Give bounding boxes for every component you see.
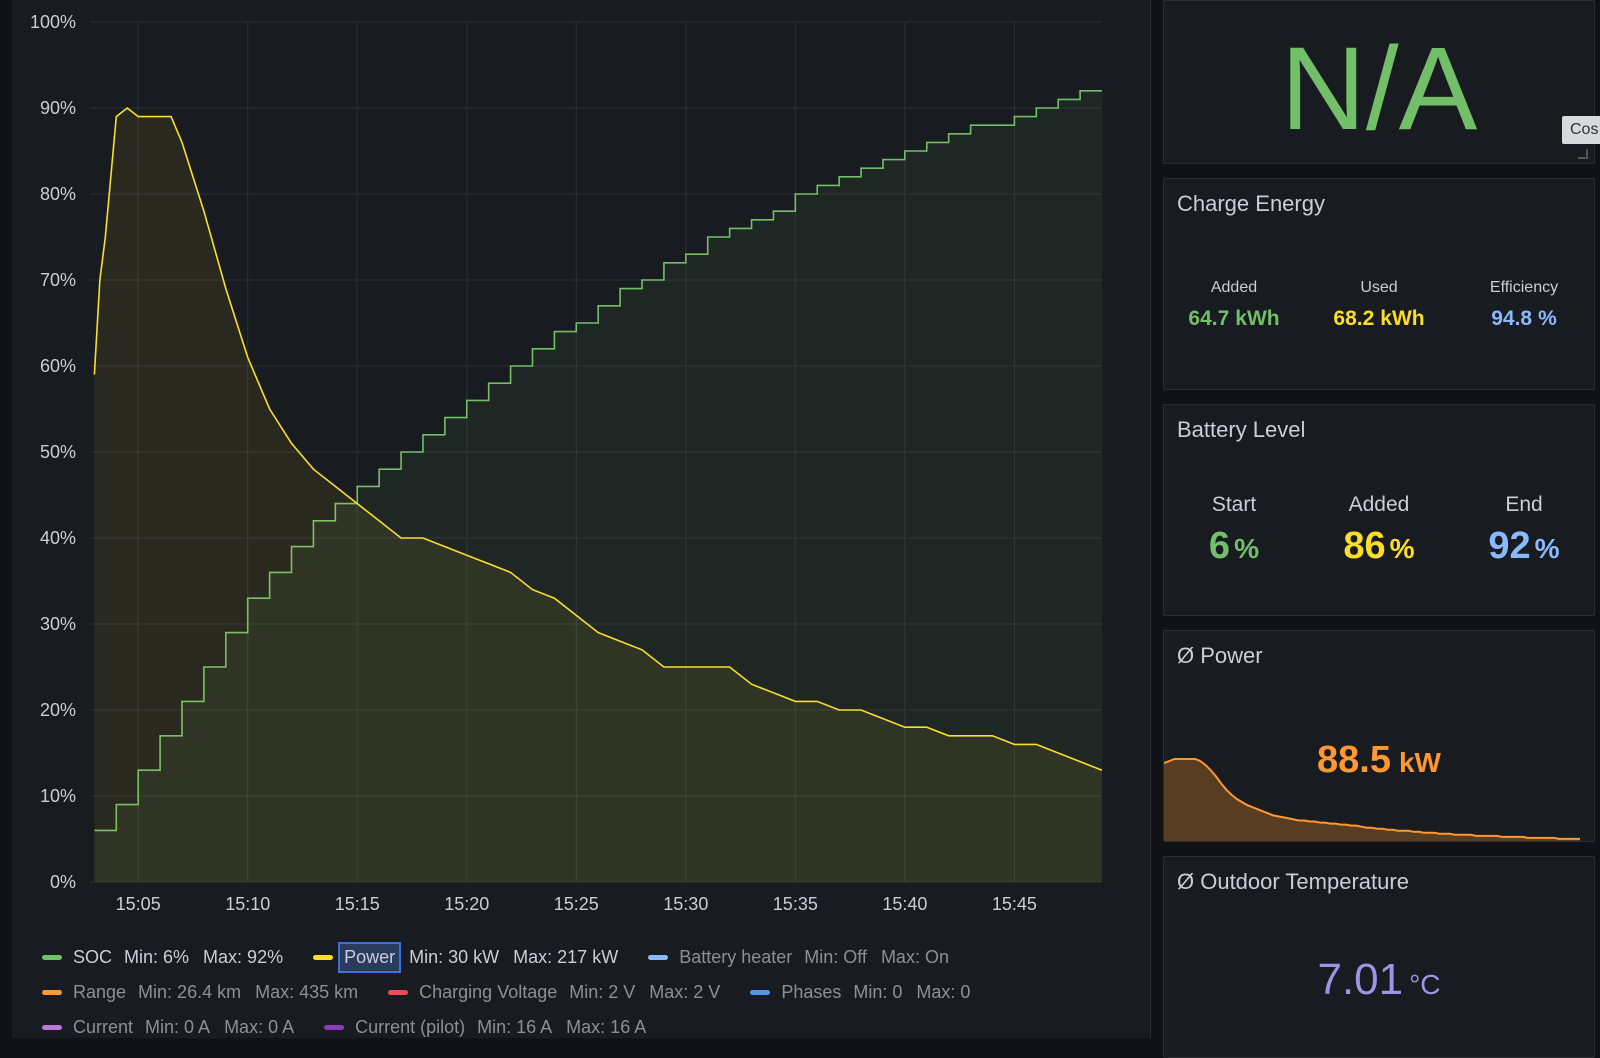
legend-max: Max: 92% (203, 947, 284, 967)
legend-item[interactable]: Range Min: 26.4 km Max: 435 km (42, 982, 372, 1003)
battery-end-stat: End 92% (1454, 493, 1594, 568)
legend-min: Min: 0 A (145, 1017, 211, 1037)
outdoor-temp-panel: Ø Outdoor Temperature 7.01 °C (1163, 856, 1595, 1058)
legend-item[interactable]: Power Min: 30 kW Max: 217 kW (313, 942, 632, 973)
x-tick-label: 15:35 (773, 894, 818, 914)
battery-level-panel: Battery Level Start 6% Added 86% End 92% (1163, 404, 1595, 616)
energy-used-stat: Used 68.2 kWh (1309, 279, 1449, 331)
legend-series-name[interactable]: Battery heater (679, 947, 792, 968)
y-tick-label: 100% (30, 12, 76, 32)
cost-value: N/A (1280, 23, 1478, 155)
legend-min: Min: 30 kW (409, 947, 500, 967)
x-tick-label: 15:20 (444, 894, 489, 914)
legend-min: Min: Off (804, 947, 867, 967)
legend-color-swatch (648, 955, 669, 960)
legend-series-name[interactable]: SOC (73, 947, 112, 968)
chart-legend: SOC Min: 6% Max: 92% Power Min: 30 kW Max: 21… (42, 940, 1152, 1045)
energy-added-stat: Added 64.7 kWh (1164, 279, 1304, 331)
stat-value: 86% (1343, 525, 1415, 567)
legend-series-name[interactable]: Charging Voltage (419, 982, 557, 1003)
stat-value: 6% (1208, 525, 1260, 567)
legend-min: Min: 0 (853, 982, 903, 1002)
stat-value: 92% (1488, 525, 1560, 567)
y-tick-label: 80% (40, 184, 76, 204)
legend-color-swatch (313, 955, 334, 960)
stat-label: Efficiency (1489, 279, 1559, 296)
outdoor-temp-value: 7.01 °C (1317, 955, 1441, 1004)
legend-item[interactable]: SOC Min: 6% Max: 92% (42, 947, 297, 968)
legend-item[interactable]: Battery heater Min: Off Max: On (648, 947, 963, 968)
x-tick-label: 15:30 (663, 894, 708, 914)
legend-item[interactable]: Current (pilot) Min: 16 A Max: 16 A (324, 1017, 660, 1038)
legend-color-swatch (324, 1025, 345, 1030)
avg-power-value: 88.5 kW (1317, 739, 1441, 781)
legend-series-name[interactable]: Current (73, 1017, 133, 1038)
legend-series-name[interactable]: Power (338, 942, 402, 973)
stat-label: End (1505, 493, 1543, 516)
y-tick-label: 50% (40, 442, 76, 462)
legend-max: Max: 0 A (224, 1017, 295, 1037)
legend-max: Max: 435 km (255, 982, 359, 1002)
charging-chart-panel: 0% 10% 20% 30% 40% 50% 60% 70% 80% 90% 100% 15:05 15… (12, 0, 1151, 1038)
x-tick-label: 15:45 (992, 894, 1037, 914)
resize-handle-icon[interactable] (1578, 149, 1588, 159)
legend-series-name[interactable]: Phases (781, 982, 841, 1003)
legend-color-swatch (42, 955, 62, 960)
y-tick-label: 0% (50, 872, 76, 892)
legend-series-name[interactable]: Range (73, 982, 126, 1003)
battery-added-stat: Added 86% (1309, 493, 1449, 568)
panel-title: Ø Outdoor Temperature (1177, 869, 1409, 894)
y-tick-label: 90% (40, 98, 76, 118)
y-tick-label: 10% (40, 786, 76, 806)
charging-chart[interactable]: 0% 10% 20% 30% 40% 50% 60% 70% 80% 90% 100% 15:05 15… (12, 0, 1150, 930)
x-tick-label: 15:05 (116, 894, 161, 914)
x-tick-label: 15:25 (554, 894, 599, 914)
legend-item[interactable]: Current Min: 0 A Max: 0 A (42, 1017, 308, 1038)
stat-label: Start (1211, 493, 1257, 516)
legend-min: Min: 16 A (477, 1017, 553, 1037)
legend-series-name[interactable]: Current (pilot) (355, 1017, 465, 1038)
x-tick-label: 15:40 (882, 894, 927, 914)
cost-panel: N/A (1163, 0, 1595, 164)
y-tick-label: 30% (40, 614, 76, 634)
stat-label: Added (1348, 493, 1410, 516)
stat-value: 68.2 kWh (1333, 307, 1425, 330)
legend-color-swatch (750, 990, 771, 995)
legend-min: Min: 2 V (569, 982, 636, 1002)
legend-min: Min: 26.4 km (138, 982, 242, 1002)
panel-title: Battery Level (1177, 417, 1306, 442)
legend-row: Current Min: 0 A Max: 0 A Current (pilot) Mi… (42, 1010, 1152, 1045)
y-tick-label: 20% (40, 700, 76, 720)
avg-power-panel: Ø Power 88.5 kW (1163, 630, 1595, 842)
legend-color-swatch (42, 1025, 62, 1030)
y-tick-label: 70% (40, 270, 76, 290)
panel-title: Charge Energy (1177, 191, 1325, 216)
y-tick-label: 60% (40, 356, 76, 376)
legend-item[interactable]: Charging Voltage Min: 2 V Max: 2 V (388, 982, 734, 1003)
charge-energy-panel: Charge Energy Added 64.7 kWh Used 68.2 kWh… (1163, 178, 1595, 390)
efficiency-stat: Efficiency 94.8% (1454, 279, 1594, 331)
battery-start-stat: Start 6% (1164, 493, 1304, 568)
legend-row: SOC Min: 6% Max: 92% Power Min: 30 kW Max: 21… (42, 940, 1152, 975)
legend-max: Max: 2 V (649, 982, 721, 1002)
legend-max: Max: 16 A (566, 1017, 647, 1037)
stat-label: Added (1210, 279, 1258, 296)
y-tick-label: 40% (40, 528, 76, 548)
legend-min: Min: 6% (124, 947, 190, 967)
cost-tooltip-tab[interactable]: Cos (1562, 116, 1600, 144)
legend-color-swatch (388, 990, 409, 995)
legend-max: Max: 217 kW (513, 947, 619, 967)
legend-item[interactable]: Phases Min: 0 Max: 0 (750, 982, 984, 1003)
power-sparkline (1164, 758, 1580, 841)
x-tick-label: 15:10 (225, 894, 270, 914)
x-tick-label: 15:15 (335, 894, 380, 914)
legend-color-swatch (42, 990, 62, 995)
legend-max: Max: On (880, 947, 949, 967)
stat-value: 94.8% (1491, 307, 1557, 330)
stat-value: 64.7 kWh (1188, 307, 1280, 330)
legend-max: Max: 0 (916, 982, 971, 1002)
legend-row: Range Min: 26.4 km Max: 435 km Charging Vol… (42, 975, 1152, 1010)
stat-label: Used (1360, 279, 1398, 296)
